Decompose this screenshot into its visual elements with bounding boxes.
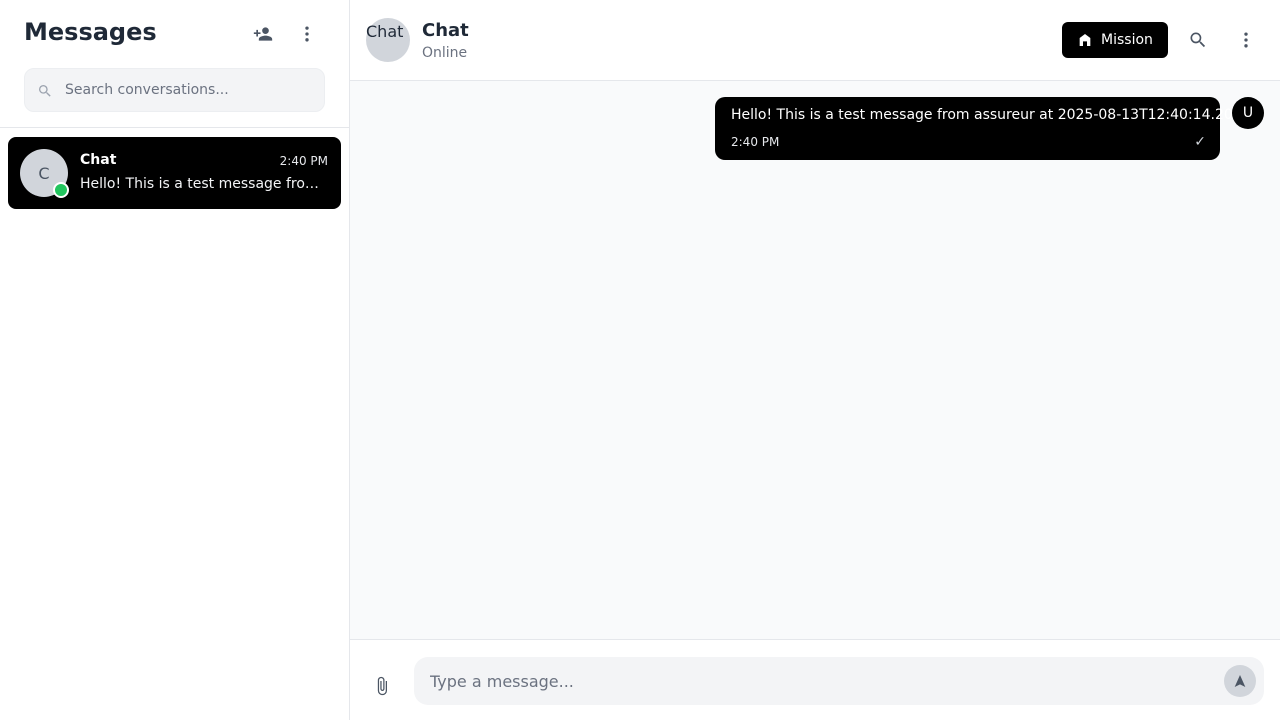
sidebar-header: Messages [0, 0, 349, 128]
message-text: Hello! This is a test message from assur… [731, 107, 1252, 123]
search-icon [1190, 32, 1206, 48]
chat-app: Messages C Chat 2:40 PM [0, 0, 1280, 720]
search-icon [37, 83, 53, 99]
message-time: 2:40 PM [731, 135, 780, 149]
more-vertical-icon [305, 26, 309, 42]
person-add-icon [253, 27, 273, 41]
mission-button[interactable]: Mission [1062, 22, 1168, 58]
conversation-name: Chat [80, 152, 117, 168]
sidebar-title: Messages [24, 18, 157, 46]
search-input[interactable] [65, 69, 320, 111]
chat-header: Chat Chat Online Mission [350, 0, 1280, 81]
online-status-dot [53, 182, 69, 198]
paperclip-icon [377, 676, 387, 696]
message-composer [350, 639, 1280, 720]
conversation-time: 2:40 PM [279, 154, 328, 168]
sidebar: Messages C Chat 2:40 PM [0, 0, 350, 720]
message-input[interactable] [430, 657, 1210, 705]
chat-title: Chat [422, 20, 469, 41]
conversation-preview: Hello! This is a test message from assur… [80, 176, 320, 192]
message-input-wrapper [414, 657, 1264, 705]
message-bubble: Hello! This is a test message from assur… [715, 97, 1251, 160]
chat-status: Online [422, 45, 468, 61]
attach-button[interactable] [372, 676, 394, 698]
search-messages-button[interactable] [1182, 24, 1214, 56]
chat-main: Chat Chat Online Mission Hello! This is … [350, 0, 1280, 720]
add-contact-button[interactable] [247, 18, 279, 50]
message-list: Hello! This is a test message from assur… [350, 81, 1280, 639]
send-arrow-icon [1234, 675, 1246, 687]
read-check-icon: ✓ [1194, 134, 1206, 150]
chat-more-button[interactable] [1230, 24, 1262, 56]
sidebar-more-button[interactable] [291, 18, 323, 50]
more-vertical-icon [1244, 32, 1248, 48]
send-button[interactable] [1224, 665, 1256, 697]
mission-button-label: Mission [1101, 32, 1153, 48]
chat-avatar-alt-text: Chat [366, 22, 404, 41]
sender-avatar: U [1232, 97, 1264, 129]
conversation-item-chat[interactable]: C Chat 2:40 PM Hello! This is a test mes… [8, 137, 341, 209]
home-icon [1079, 34, 1091, 46]
search-box [24, 68, 325, 112]
